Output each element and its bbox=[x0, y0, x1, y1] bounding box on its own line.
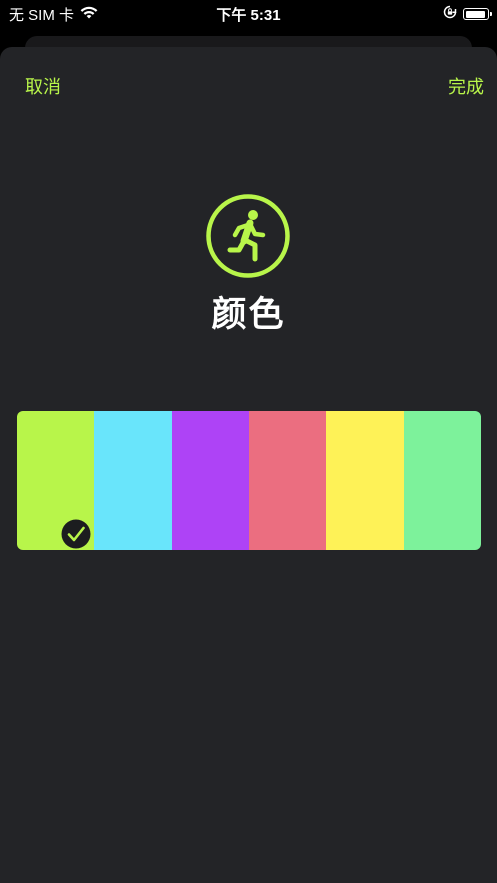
running-figure-icon bbox=[206, 194, 290, 278]
status-bar: 无 SIM 卡 下午 5:31 bbox=[0, 0, 497, 28]
status-time: 下午 5:31 bbox=[216, 7, 281, 24]
color-swatch-yellow[interactable] bbox=[326, 411, 404, 550]
color-swatch-row bbox=[17, 411, 481, 550]
battery-level bbox=[465, 10, 485, 18]
checkmark-icon bbox=[61, 519, 91, 549]
done-button[interactable]: 完成 bbox=[448, 73, 484, 99]
color-swatch-mint[interactable] bbox=[403, 411, 481, 550]
color-swatch-cyan[interactable] bbox=[94, 411, 172, 550]
color-picker-sheet: 取消 完成 颜色 bbox=[0, 47, 497, 883]
page-title: 颜色 bbox=[211, 295, 286, 334]
color-swatch-purple[interactable] bbox=[171, 411, 249, 550]
color-swatch-pink[interactable] bbox=[248, 411, 327, 550]
status-right bbox=[443, 5, 492, 23]
color-swatch-green[interactable] bbox=[17, 411, 95, 550]
cancel-button[interactable]: 取消 bbox=[25, 73, 61, 99]
orientation-lock-icon bbox=[443, 5, 457, 23]
battery-icon bbox=[463, 8, 492, 20]
